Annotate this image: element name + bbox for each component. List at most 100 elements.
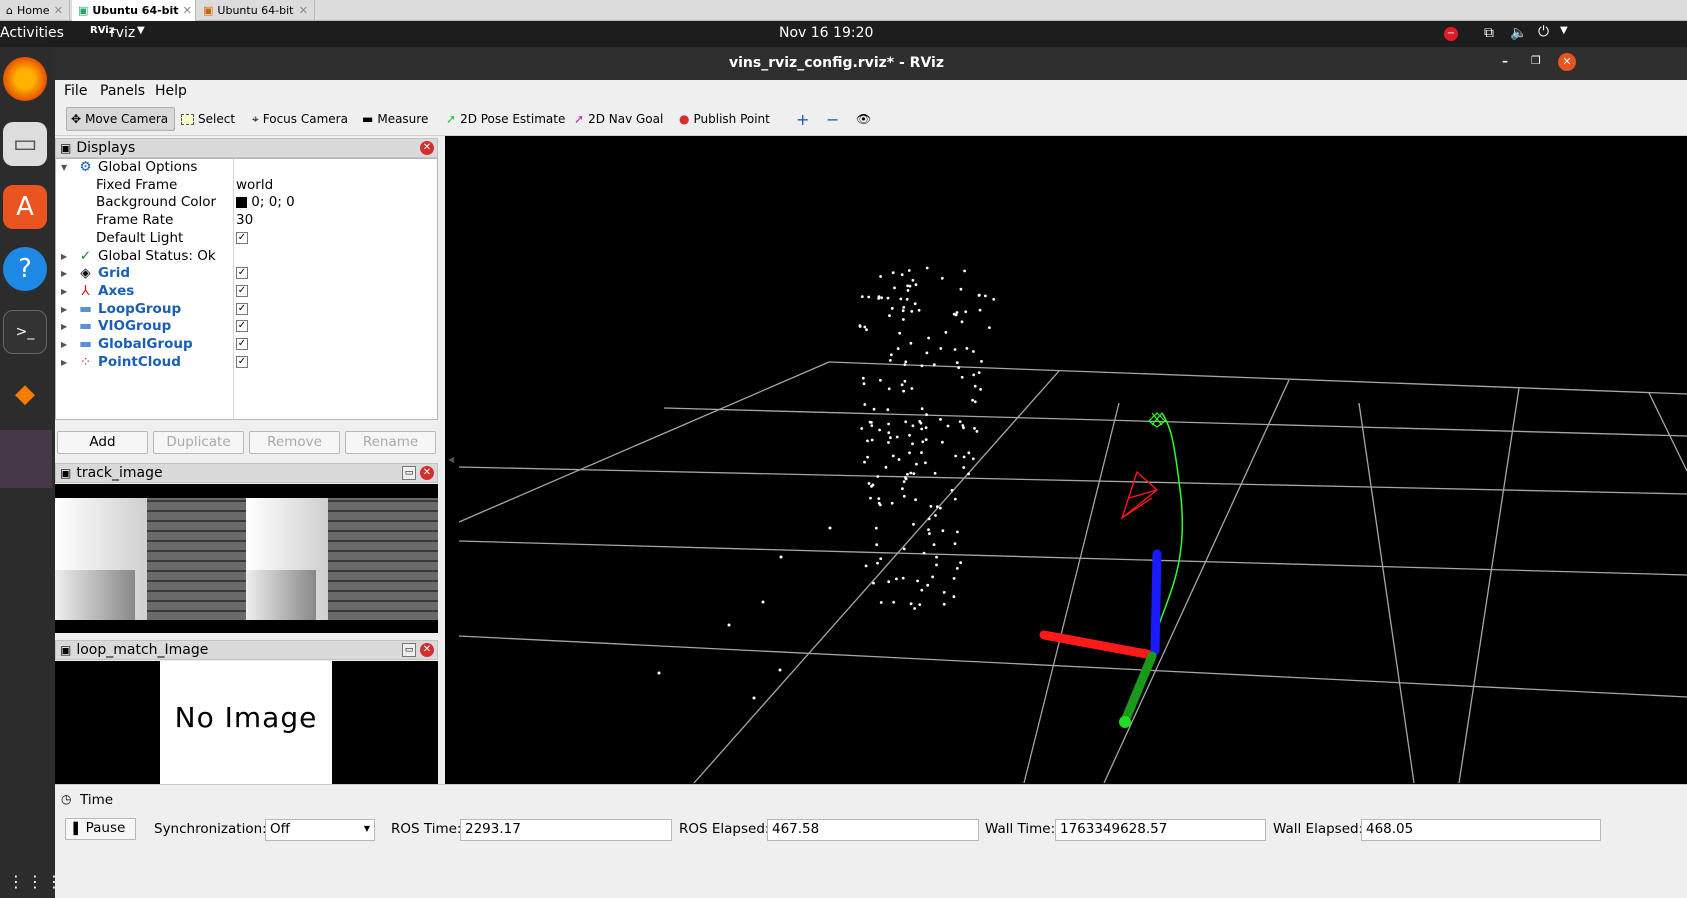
eye-icon[interactable]: 👁 [852,107,875,131]
power-icon[interactable]: ⏻ [1538,24,1549,40]
default-light-row[interactable]: Default Light ✓ [56,230,437,248]
rename-button[interactable]: Rename [345,431,436,454]
expand-arrow-icon[interactable]: ▶ [61,336,67,354]
activities-button[interactable]: Activities [0,25,64,41]
clock[interactable]: Nov 16 19:20 [779,25,873,41]
menu-panels[interactable]: Panels [100,83,145,99]
cloud-point [902,306,906,309]
camera-frustum-red [1120,470,1159,520]
global-status-row[interactable]: ▶ ✓ Global Status: Ok [56,248,437,266]
fixed-frame-row[interactable]: Fixed Frame world [56,177,437,195]
display-checkbox[interactable]: ✓ [236,318,248,336]
expand-arrow-icon[interactable]: ▶ [61,301,67,319]
network-icon[interactable]: ⧉ [1484,25,1494,41]
close-icon[interactable]: ✕ [54,4,63,17]
default-light-checkbox[interactable]: ✓ [236,230,248,248]
close-icon[interactable]: ✕ [420,643,434,657]
grid-line [1458,387,1520,784]
select-button[interactable]: Select [177,107,239,131]
global-options-row[interactable]: ▼ ⚙ Global Options [56,159,437,177]
close-icon[interactable]: ✕ [1558,53,1576,71]
close-icon[interactable]: ✕ [420,141,434,155]
remove-button[interactable]: Remove [249,431,340,454]
frame-rate-value[interactable]: 30 [236,212,253,230]
add-tool-icon[interactable]: + [792,107,813,131]
maximize-icon[interactable]: ❐ [1531,54,1541,67]
sync-select[interactable]: Off ▼ [265,819,375,841]
rviz-launcher-icon[interactable]: ◆ [3,372,47,416]
duplicate-button[interactable]: Duplicate [153,431,244,454]
undock-icon[interactable]: ▭ [402,643,416,657]
remove-tool-icon[interactable]: − [822,107,843,131]
close-icon[interactable]: ✕ [420,466,434,480]
focus-camera-button[interactable]: ⌖ Focus Camera [248,107,352,131]
files-icon[interactable]: ▭ [3,122,47,166]
cloud-point [904,360,908,364]
expand-arrow-icon[interactable]: ▶ [61,354,67,372]
expand-arrow-icon[interactable]: ▶ [61,283,67,301]
cloud-point [860,295,864,298]
minimize-icon[interactable]: – [1502,54,1508,68]
expand-arrow-icon[interactable]: ▶ [61,248,67,266]
display-checkbox[interactable]: ✓ [236,301,248,319]
display-item-grid[interactable]: ▶ ◈ Grid ✓ [56,265,437,283]
splitter-handle-icon[interactable]: ◀ [448,455,454,464]
wall-time-field[interactable]: 1763349628.57 [1055,819,1266,841]
help-icon[interactable]: ? [3,247,47,291]
expand-arrow-icon[interactable]: ▶ [61,318,67,336]
app-menu[interactable]: rviz [110,25,135,41]
fixed-frame-value[interactable]: world [236,177,273,195]
close-icon[interactable]: ✕ [183,4,192,17]
background-color-row[interactable]: Background Color 0; 0; 0 [56,194,437,212]
chevron-down-icon[interactable]: ▼ [1560,25,1568,36]
vm-tab-home[interactable]: ⌂ Home ✕ [0,0,70,21]
publish-point-button[interactable]: ● Publish Point [675,107,774,131]
expand-arrow-icon[interactable]: ▶ [61,265,67,283]
display-checkbox[interactable]: ✓ [236,283,248,301]
measure-button[interactable]: ▬ Measure [358,107,432,131]
cloud-point [955,311,959,314]
vm-tab-ubuntu[interactable]: ▣ Ubuntu 64-bit ✕ [197,0,315,21]
display-item-axes[interactable]: ▶ ⅄ Axes ✓ [56,283,437,301]
cloud-point [929,504,933,508]
cloud-point [892,600,896,604]
display-checkbox[interactable]: ✓ [236,354,248,372]
display-item-pointcloud[interactable]: ▶ ⁘ PointCloud ✓ [56,354,437,372]
expand-arrow-icon[interactable]: ▼ [61,159,67,177]
display-item-viogroup[interactable]: ▶ ▬ VIOGroup ✓ [56,318,437,336]
cloud-point [870,438,874,442]
frame-rate-row[interactable]: Frame Rate 30 [56,212,437,230]
volume-icon[interactable]: 🔈 [1510,25,1527,41]
firefox-icon[interactable] [3,57,47,101]
display-checkbox[interactable]: ✓ [236,265,248,283]
cloud-point [902,318,905,321]
display-checkbox[interactable]: ✓ [236,336,248,354]
nav-goal-button[interactable]: ➚ 2D Nav Goal [570,107,667,131]
vm-tab-ubuntu-active[interactable]: ▣ Ubuntu 64-bit ✕ [72,0,196,21]
background-color-value[interactable]: 0; 0; 0 [236,194,295,212]
menu-file[interactable]: File [64,83,87,99]
display-item-loopgroup[interactable]: ▶ ▬ LoopGroup ✓ [56,301,437,319]
cloud-point [893,286,896,290]
render-viewport[interactable] [458,138,1687,784]
cloud-point [891,271,895,275]
menu-help[interactable]: Help [155,83,187,99]
undock-icon[interactable]: ▭ [402,466,416,480]
pose-estimate-button[interactable]: ➚ 2D Pose Estimate [442,107,569,131]
cloud-point [946,424,950,428]
pause-button[interactable]: ❚ Pause [65,818,136,840]
software-center-icon[interactable]: A [3,185,47,229]
close-icon[interactable]: ✕ [299,4,308,17]
terminal-icon[interactable]: >_ [3,310,47,354]
display-item-globalgroup[interactable]: ▶ ▬ GlobalGroup ✓ [56,336,437,354]
wall-elapsed-field[interactable]: 468.05 [1361,819,1601,841]
stop-icon[interactable]: − [1444,27,1458,41]
add-button[interactable]: Add [57,431,148,454]
axes-icon: ⅄ [81,282,90,299]
cloud-point [907,269,911,272]
ros-elapsed-field[interactable]: 467.58 [767,819,979,841]
move-camera-button[interactable]: ✥ Move Camera [66,107,175,131]
vm-tab-bar: ⌂ Home ✕ ▣ Ubuntu 64-bit ✕ ▣ Ubuntu 64-b… [0,0,1687,21]
cloud-point [887,422,890,426]
ros-time-field[interactable]: 2293.17 [460,819,672,841]
